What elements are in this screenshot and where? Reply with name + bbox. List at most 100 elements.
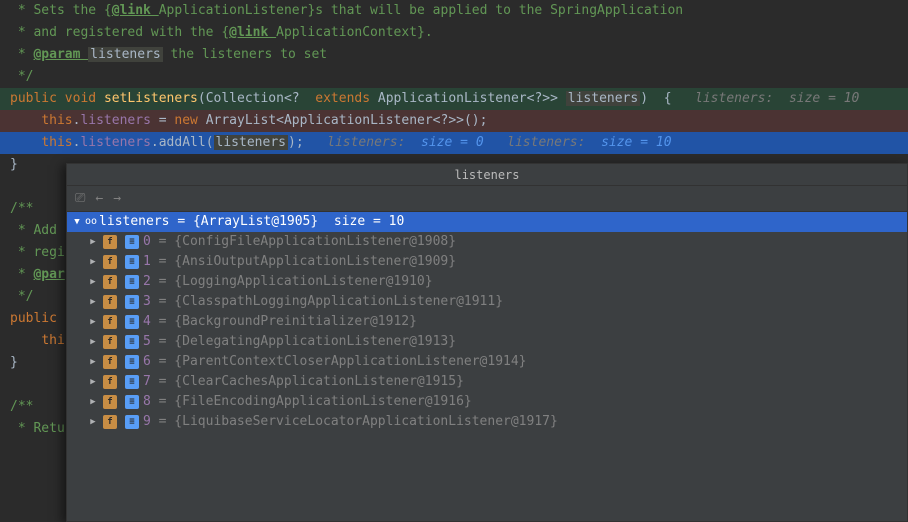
tree-item-row[interactable]: ▶f≡5 = {DelegatingApplicationListener@19…	[67, 332, 907, 352]
param-highlight: listeners	[88, 47, 162, 62]
punct: )	[288, 135, 296, 150]
expand-handle[interactable]: ▶	[87, 372, 99, 392]
expand-handle[interactable]: ▶	[87, 332, 99, 352]
comment-text: }.	[417, 25, 433, 40]
keyword: this	[41, 135, 72, 150]
comment-text: */	[10, 289, 33, 304]
type: ApplicationListener	[378, 91, 527, 106]
punct: }	[10, 355, 18, 370]
tree-item-row[interactable]: ▶f≡0 = {ConfigFileApplicationListener@19…	[67, 232, 907, 252]
inlay-hint: listeners:	[327, 135, 421, 150]
keyword: new	[174, 113, 205, 128]
back-icon[interactable]: ←	[95, 191, 103, 206]
punct: ;	[296, 135, 304, 150]
variable-value: = {AnsiOutputApplicationListener@1909}	[151, 252, 456, 272]
variable-value: = {ParentContextCloserApplicationListene…	[151, 352, 527, 372]
expand-handle[interactable]: ▶	[87, 392, 99, 412]
field-icon: f	[103, 335, 117, 349]
array-index: 7	[143, 372, 151, 392]
array-index: 6	[143, 352, 151, 372]
punct: (	[206, 135, 214, 150]
array-index: 9	[143, 412, 151, 432]
element-icon: ≡	[125, 395, 139, 409]
comment-text: /**	[10, 399, 33, 414]
variable-value: = {LiquibaseServiceLocatorApplicationLis…	[151, 412, 558, 432]
type: <?	[284, 91, 307, 106]
field-icon: f	[103, 255, 117, 269]
tree-root-row[interactable]: ▼ oo listeners = {ArrayList@1905} size =…	[67, 212, 907, 232]
comment-text: *	[10, 267, 33, 282]
type: ArrayList<ApplicationListener<?>>	[206, 113, 464, 128]
comment-text: * regi	[10, 245, 65, 260]
element-icon: ≡	[125, 275, 139, 289]
tree-item-row[interactable]: ▶ f ≡ 2 = {LoggingApplicationListener@1910}	[67, 272, 907, 292]
comment-text: * and registered with the {	[10, 25, 229, 40]
variable-value: = {ClearCachesApplicationListener@1915}	[151, 372, 464, 392]
array-index: 4	[143, 312, 151, 332]
inlay-hint: size = 10	[789, 91, 859, 106]
element-icon: ≡	[125, 355, 139, 369]
element-icon: ≡	[125, 295, 139, 309]
punct: .	[151, 135, 159, 150]
variable-value: = {ClasspathLoggingApplicationListener@1…	[151, 292, 503, 312]
punct: (	[198, 91, 206, 106]
code-line: this.listeners = new ArrayList<Applicati…	[0, 110, 908, 132]
comment-text: /**	[10, 201, 33, 216]
variables-tree[interactable]: ▼ oo listeners = {ArrayList@1905} size =…	[67, 212, 907, 432]
expand-handle[interactable]: ▶	[87, 232, 99, 252]
tree-item-row[interactable]: ▶f≡3 = {ClasspathLoggingApplicationListe…	[67, 292, 907, 312]
tree-item-row[interactable]: ▶f≡9 = {LiquibaseServiceLocatorApplicati…	[67, 412, 907, 432]
field-icon: f	[103, 275, 117, 289]
expand-handle[interactable]: ▶	[87, 272, 99, 292]
popup-toolbar: ⎚ ← →	[67, 186, 907, 212]
glasses-icon: oo	[85, 212, 97, 232]
tree-item-row[interactable]: ▶ f ≡ 7 = {ClearCachesApplicationListener@1…	[67, 372, 907, 392]
punct: =	[151, 113, 174, 128]
element-icon: ≡	[125, 375, 139, 389]
forward-icon[interactable]: →	[113, 191, 121, 206]
variable-value: = {LoggingApplicationListener@1910}	[151, 272, 433, 292]
inlay-hint: listeners:	[507, 135, 601, 150]
tree-item-row[interactable]: ▶f≡6 = {ParentContextCloserApplicationLi…	[67, 352, 907, 372]
current-execution-line: this.listeners.addAll(listeners); listen…	[0, 132, 908, 154]
method-name: setListeners	[104, 91, 198, 106]
expand-handle[interactable]: ▶	[87, 252, 99, 272]
param-highlight: listeners	[214, 135, 288, 150]
tree-item-row[interactable]: ▶f≡4 = {BackgroundPreinitializer@1912}	[67, 312, 907, 332]
keyword: this	[41, 113, 72, 128]
comment-text: ApplicationListener	[159, 3, 308, 18]
tree-item-row[interactable]: ▶f≡1 = {AnsiOutputApplicationListener@19…	[67, 252, 907, 272]
expand-handle[interactable]: ▶	[87, 292, 99, 312]
code-line: * Sets the {@link ApplicationListener}s …	[0, 0, 908, 22]
expand-handle[interactable]: ▶	[87, 412, 99, 432]
field: listeners	[80, 113, 150, 128]
type: Collection	[206, 91, 284, 106]
javadoc-param-tag: @param	[33, 47, 88, 62]
field-icon: f	[103, 395, 117, 409]
expand-handle[interactable]: ▼	[71, 212, 83, 232]
tree-item-row[interactable]: ▶f≡8 = {FileEncodingApplicationListener@…	[67, 392, 907, 412]
inlay-hint-value: size = 0	[421, 135, 484, 150]
comment-text: * Sets the {	[10, 3, 112, 18]
expand-handle[interactable]: ▶	[87, 312, 99, 332]
element-icon: ≡	[125, 255, 139, 269]
field-icon: f	[103, 375, 117, 389]
field-icon: f	[103, 235, 117, 249]
comment-text: *	[10, 47, 33, 62]
keyword: extends	[307, 91, 377, 106]
popup-title: listeners	[67, 164, 907, 186]
code-line: * @param listeners the listeners to set	[0, 44, 908, 66]
variable-name: listeners	[99, 212, 169, 232]
debug-evaluate-popup: listeners ⎚ ← → ▼ oo listeners = {ArrayL…	[66, 163, 908, 522]
param-highlight: listeners	[566, 91, 640, 106]
array-index: 2	[143, 272, 151, 292]
array-index: 0	[143, 232, 151, 252]
expand-handle[interactable]: ▶	[87, 352, 99, 372]
navigate-to-source-icon[interactable]: ⎚	[75, 191, 85, 206]
field-icon: f	[103, 295, 117, 309]
comment-text: * Retu	[10, 421, 65, 436]
punct: )	[640, 91, 656, 106]
javadoc-param-tag: @par	[33, 267, 64, 282]
comment-text: the listeners to set	[163, 47, 327, 62]
element-icon: ≡	[125, 335, 139, 349]
